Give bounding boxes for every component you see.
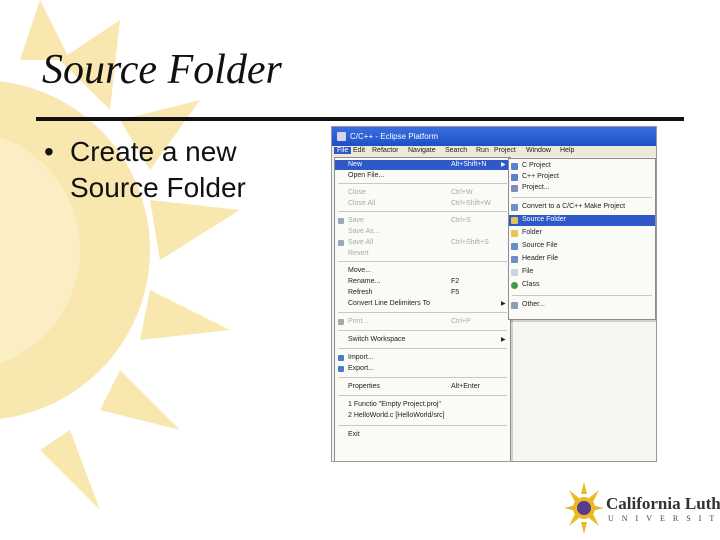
new-convert-to-make-project[interactable]: Convert to a C/C++ Make Project <box>509 202 655 213</box>
menu-refactor[interactable]: Refactor <box>372 147 398 154</box>
save-icon <box>338 218 344 224</box>
menu-help[interactable]: Help <box>560 147 574 154</box>
bullet-text: Create a new Source Folder <box>70 136 246 203</box>
file-menu-convert-line-delimiters[interactable]: Convert Line Delimiters To ▶ <box>335 299 510 309</box>
menu-separator <box>338 348 507 349</box>
file-menu-exit[interactable]: Exit <box>335 430 510 440</box>
menu-separator <box>338 183 507 184</box>
university-logo: California Lutheran UNIVERSITY <box>562 478 720 540</box>
file-menu-properties[interactable]: Properties Alt+Enter <box>335 382 510 392</box>
eclipse-app-icon <box>337 132 346 141</box>
file-icon <box>511 269 518 276</box>
title-divider <box>36 117 684 121</box>
submenu-arrow-icon: ▶ <box>501 162 506 168</box>
menu-separator <box>338 377 507 378</box>
sun-logo-icon <box>564 482 604 534</box>
new-other[interactable]: Other... <box>509 300 655 311</box>
bullet-marker: • <box>44 136 54 167</box>
class-icon <box>511 282 518 289</box>
file-menu-export[interactable]: Export... <box>335 364 510 374</box>
project-icon <box>511 185 518 192</box>
new-submenu: C Project C++ Project Project... Convert… <box>508 158 656 320</box>
menu-search[interactable]: Search <box>445 147 467 154</box>
file-menu-save[interactable]: Save Ctrl+S <box>335 216 510 226</box>
submenu-arrow-icon: ▶ <box>501 301 506 307</box>
folder-icon <box>511 230 518 237</box>
new-source-file[interactable]: Source File <box>509 241 655 252</box>
workbench-area <box>508 319 656 461</box>
menu-separator <box>338 211 507 212</box>
import-icon <box>338 355 344 361</box>
source-folder-icon <box>511 217 518 224</box>
new-cpp-project[interactable]: C++ Project <box>509 172 655 183</box>
print-icon <box>338 319 344 325</box>
file-menu-recent-2[interactable]: 2 HelloWorld.c [HelloWorld/src] <box>335 411 510 421</box>
file-menu-revert[interactable]: Revert <box>335 249 510 259</box>
menu-separator <box>338 425 507 426</box>
other-icon <box>511 302 518 309</box>
file-menu-rename[interactable]: Rename... F2 <box>335 277 510 287</box>
menu-separator <box>338 312 507 313</box>
submenu-arrow-icon: ▶ <box>501 337 506 343</box>
menu-bar: File Edit Refactor Navigate Search Run P… <box>332 146 656 157</box>
menu-navigate[interactable]: Navigate <box>408 147 436 154</box>
menu-edit[interactable]: Edit <box>353 147 365 154</box>
file-menu-move[interactable]: Move... <box>335 266 510 276</box>
file-menu-save-as[interactable]: Save As... <box>335 227 510 237</box>
file-menu-recent-1[interactable]: 1 Functio "Empty Project.proj" <box>335 400 510 410</box>
menu-separator <box>338 261 507 262</box>
new-folder[interactable]: Folder <box>509 228 655 239</box>
file-menu-import[interactable]: Import... <box>335 353 510 363</box>
menu-separator <box>512 295 652 296</box>
convert-icon <box>511 204 518 211</box>
logo-subtitle: UNIVERSITY <box>608 514 720 523</box>
new-file[interactable]: File <box>509 267 655 278</box>
menu-file[interactable]: File <box>334 147 352 154</box>
file-menu-new[interactable]: New Alt+Shift+N ▶ <box>335 160 510 170</box>
file-menu: New Alt+Shift+N ▶ Open File... Close Ctr… <box>334 157 511 461</box>
file-menu-print[interactable]: Print... Ctrl+P <box>335 317 510 327</box>
menu-separator <box>338 395 507 396</box>
header-file-icon <box>511 256 518 263</box>
source-file-icon <box>511 243 518 250</box>
cpp-project-icon <box>511 174 518 181</box>
window-title-bar: C/C++ - Eclipse Platform <box>332 127 656 146</box>
file-menu-switch-workspace[interactable]: Switch Workspace ▶ <box>335 335 510 345</box>
file-menu-close-all[interactable]: Close All Ctrl+Shift+W <box>335 199 510 209</box>
eclipse-screenshot: C/C++ - Eclipse Platform File Edit Refac… <box>331 126 657 462</box>
menu-project[interactable]: Project <box>494 147 516 154</box>
file-menu-open-file[interactable]: Open File... <box>335 171 510 181</box>
menu-run[interactable]: Run <box>476 147 489 154</box>
file-menu-close[interactable]: Close Ctrl+W <box>335 188 510 198</box>
new-class[interactable]: Class <box>509 280 655 291</box>
window-title: C/C++ - Eclipse Platform <box>350 132 439 141</box>
file-menu-refresh[interactable]: Refresh F5 <box>335 288 510 298</box>
file-menu-save-all[interactable]: Save All Ctrl+Shift+S <box>335 238 510 248</box>
new-source-folder[interactable]: Source Folder <box>509 215 655 226</box>
menu-window[interactable]: Window <box>526 147 551 154</box>
new-c-project[interactable]: C Project <box>509 161 655 172</box>
c-project-icon <box>511 163 518 170</box>
export-icon <box>338 366 344 372</box>
slide-title: Source Folder <box>42 47 282 93</box>
new-project[interactable]: Project... <box>509 183 655 194</box>
menu-separator <box>338 330 507 331</box>
save-all-icon <box>338 240 344 246</box>
logo-name: California Lutheran <box>606 494 720 513</box>
menu-separator <box>512 197 652 198</box>
new-header-file[interactable]: Header File <box>509 254 655 265</box>
